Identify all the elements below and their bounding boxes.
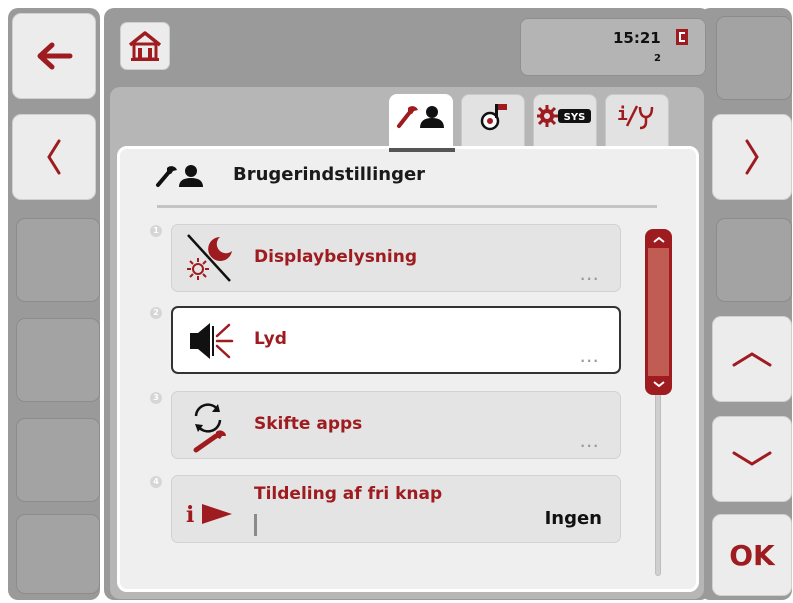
empty-softkey-right-3	[716, 218, 792, 302]
terminal-screen: OK 15:21 2 SYS i Brugerindstillinger 1 D…	[0, 0, 793, 603]
home-button[interactable]	[120, 22, 170, 70]
tab-system-settings[interactable]: SYS	[533, 94, 597, 150]
clock: 15:21	[613, 29, 661, 47]
empty-softkey-left-4	[16, 318, 100, 402]
more-indicator: ...	[580, 269, 600, 283]
home-icon	[128, 31, 162, 61]
scroll-down-button[interactable]	[712, 416, 792, 502]
item-number: 1	[150, 225, 162, 237]
item-value: Ingen	[544, 508, 602, 529]
scroll-thumb-bottom-cap	[648, 376, 669, 392]
info-stethoscope-icon: i	[617, 104, 654, 130]
chevron-down-icon	[652, 381, 665, 388]
terminal-status-icon	[676, 29, 688, 45]
gear-sys-icon: SYS	[537, 105, 591, 127]
list-item-displaybelysning[interactable]: 1 Displaybelysning ...	[150, 224, 621, 292]
item-number: 4	[150, 476, 162, 488]
back-button[interactable]	[12, 13, 96, 99]
svg-text:i: i	[617, 104, 628, 125]
chevron-down-icon	[732, 451, 772, 466]
switch-apps-icon	[193, 403, 226, 453]
scrollbar-thumb[interactable]	[645, 229, 672, 395]
value-cursor	[254, 514, 257, 536]
globe-flag-icon	[480, 104, 507, 131]
wrench-person-icon	[156, 165, 203, 187]
scroll-up-button[interactable]	[712, 316, 792, 402]
ok-label: OK	[729, 538, 775, 572]
item-label: Displaybelysning	[254, 247, 418, 267]
next-tab-button[interactable]	[712, 114, 792, 200]
svg-text:i: i	[186, 502, 194, 528]
empty-softkey-left-6	[16, 514, 100, 594]
chevron-up-icon	[652, 236, 665, 243]
previous-tab-button[interactable]	[12, 114, 96, 200]
chevron-up-icon	[732, 352, 772, 367]
list-item-skifte-apps[interactable]: 3 Skifte apps ...	[150, 391, 621, 459]
list-item-lyd[interactable]: 2 Lyd ...	[150, 306, 621, 374]
chevron-right-icon	[745, 139, 759, 175]
more-indicator: ...	[580, 436, 600, 450]
display-lighting-icon	[187, 234, 232, 282]
item-label: Lyd	[254, 329, 287, 349]
ok-button[interactable]: OK	[712, 514, 792, 596]
item-number: 3	[150, 392, 162, 404]
active-tab-indicator	[389, 148, 455, 152]
tab-country-settings[interactable]	[461, 94, 525, 150]
arrow-left-icon	[37, 42, 73, 70]
empty-softkey-right-1	[716, 16, 792, 100]
scroll-thumb-top-cap	[648, 232, 669, 248]
wrench-person-icon	[397, 106, 444, 128]
title-divider	[157, 205, 657, 208]
svg-text:SYS: SYS	[564, 112, 586, 123]
list-item-tildeling-af-fri-knap[interactable]: 4 i Tildeling af fri knap Ingen	[150, 475, 621, 543]
empty-softkey-left-3	[16, 218, 100, 302]
info-play-icon: i	[186, 502, 232, 528]
more-indicator: ...	[580, 351, 600, 365]
speaker-icon	[190, 323, 234, 359]
page-title: Brugerindstillinger	[233, 164, 426, 185]
item-number: 2	[150, 307, 162, 319]
item-label: Tildeling af fri knap	[254, 484, 443, 504]
chevron-left-icon	[47, 139, 61, 175]
tab-info-diagnostics[interactable]: i	[605, 94, 669, 150]
status-display: 15:21 2	[520, 18, 706, 76]
status-count: 2	[654, 53, 661, 64]
item-label: Skifte apps	[254, 414, 363, 434]
empty-softkey-left-5	[16, 418, 100, 502]
